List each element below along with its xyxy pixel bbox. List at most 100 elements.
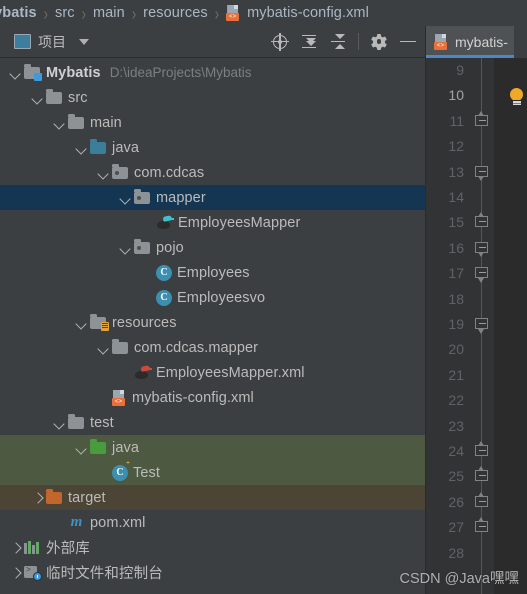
fold-marker[interactable]: [474, 441, 489, 460]
tree-row-label: java: [112, 139, 139, 156]
tree-row-label: EmployeesMapper.xml: [156, 364, 305, 381]
chevron-down-icon[interactable]: [74, 141, 88, 155]
locate-icon[interactable]: [271, 32, 289, 51]
project-tree[interactable]: Mybatis D:\ideaProjects\Mybatis src main jav…: [0, 58, 425, 594]
project-panel-label: 项目: [38, 33, 66, 50]
chevron-down-icon[interactable]: [52, 416, 66, 430]
line-number: 18: [448, 290, 464, 307]
breadcrumb-item-0[interactable]: lybatis: [0, 5, 37, 21]
tree-row[interactable]: com.cdcas.mapper: [0, 335, 425, 360]
tree-row-label: EmployeesMapper: [178, 214, 301, 231]
chevron-down-icon[interactable]: [74, 441, 88, 455]
fold-marker[interactable]: [474, 241, 489, 258]
tree-row[interactable]: EmployeesMapper: [0, 210, 425, 235]
fold-marker[interactable]: [474, 267, 489, 283]
folder-icon: [46, 89, 63, 105]
fold-marker[interactable]: [474, 491, 489, 511]
tree-row[interactable]: pojo: [0, 235, 425, 260]
tree-row-label: src: [68, 89, 88, 106]
xml-config-icon: <>: [226, 5, 241, 21]
chevron-down-icon[interactable]: [30, 91, 44, 105]
chevron-down-icon[interactable]: [8, 66, 22, 80]
editor-tab-mybatis-config[interactable]: <> mybatis-: [426, 26, 514, 58]
xml-tag-badge: <>: [434, 42, 447, 50]
chevron-down-icon[interactable]: [74, 316, 88, 330]
tree-row[interactable]: C Employees: [0, 260, 425, 285]
tree-row[interactable]: resources: [0, 310, 425, 335]
editor-area: <> mybatis- 9 10 11 12 13 14 15 16 17 18 19 20 21 22 2…: [425, 26, 527, 594]
xml-config-icon: <>: [112, 389, 127, 406]
breadcrumb-separator: ›: [43, 2, 48, 24]
tree-row[interactable]: m pom.xml: [0, 510, 425, 535]
line-number: 26: [448, 493, 464, 510]
line-number: 15: [448, 214, 464, 231]
line-number: 9: [456, 62, 464, 78]
excluded-folder-icon: [46, 489, 63, 505]
tree-row-label: 临时文件和控制台: [46, 566, 163, 582]
line-number: 11: [449, 112, 464, 129]
tree-row[interactable]: main: [0, 110, 425, 135]
package-icon: [134, 189, 151, 205]
module-folder-icon: [24, 64, 42, 81]
fold-marker[interactable]: [474, 165, 489, 182]
project-panel-toolbar: 项目: [0, 26, 425, 58]
chevron-right-icon[interactable]: [30, 491, 44, 505]
tree-row[interactable]: C Employeesvo: [0, 285, 425, 310]
tree-row[interactable]: C Test: [0, 460, 425, 485]
tree-row[interactable]: mapper: [0, 185, 425, 210]
breadcrumb-item-3[interactable]: resources: [143, 5, 208, 21]
breadcrumb-file[interactable]: <> mybatis-config.xml: [226, 5, 369, 21]
expand-all-icon[interactable]: [300, 33, 318, 51]
fold-marker[interactable]: [474, 466, 489, 485]
tree-row[interactable]: target: [0, 485, 425, 510]
java-class-icon: C: [156, 289, 172, 306]
fold-marker[interactable]: [474, 318, 489, 334]
code-text-region[interactable]: [494, 58, 527, 594]
chevron-right-icon[interactable]: [8, 541, 22, 555]
tree-row[interactable]: test: [0, 410, 425, 435]
project-panel-title[interactable]: 项目: [14, 32, 89, 52]
tree-row[interactable]: src: [0, 85, 425, 110]
xml-config-icon: <>: [434, 34, 449, 50]
tree-row[interactable]: 外部库: [0, 535, 425, 560]
line-number: 10: [448, 87, 464, 104]
mybatis-mapper-xml-icon: [134, 365, 152, 380]
chevron-down-icon[interactable]: [96, 341, 110, 355]
fold-marker[interactable]: [474, 212, 489, 231]
tree-row[interactable]: EmployeesMapper.xml: [0, 360, 425, 385]
breadcrumb-separator: ›: [131, 2, 137, 24]
fold-marker[interactable]: [474, 110, 489, 130]
tree-row[interactable]: Mybatis D:\ideaProjects\Mybatis: [0, 60, 425, 85]
lightbulb-icon[interactable]: [509, 88, 524, 106]
tree-row-path-hint: D:\ideaProjects\Mybatis: [109, 65, 252, 80]
hide-icon[interactable]: [399, 33, 417, 51]
chevron-down-icon[interactable]: [118, 191, 132, 205]
line-number: 19: [448, 316, 464, 332]
chevron-down-icon[interactable]: [79, 38, 89, 45]
tree-row[interactable]: java: [0, 435, 425, 460]
code-area[interactable]: 9 10 11 12 13 14 15 16 17 18 19 20 21 22 23 24 25 26 27 28: [426, 58, 527, 594]
line-number: 14: [448, 189, 464, 205]
tree-row[interactable]: 临时文件和控制台: [0, 560, 425, 585]
collapse-all-icon[interactable]: [329, 33, 347, 51]
tree-row[interactable]: <> mybatis-config.xml: [0, 385, 425, 410]
fold-gutter[interactable]: [470, 58, 494, 594]
tree-row-label: pojo: [156, 239, 184, 256]
maven-icon: m: [70, 514, 83, 530]
settings-gear-icon[interactable]: [370, 33, 388, 51]
chevron-down-icon[interactable]: [118, 241, 132, 255]
folder-icon: [68, 114, 85, 130]
tree-row[interactable]: java: [0, 135, 425, 160]
chevron-right-icon[interactable]: [8, 566, 22, 580]
fold-marker[interactable]: [474, 517, 489, 536]
breadcrumb-item-1[interactable]: src: [55, 5, 75, 21]
chevron-down-icon[interactable]: [96, 166, 110, 180]
chevron-down-icon[interactable]: [52, 116, 66, 130]
tree-row[interactable]: com.cdcas: [0, 160, 425, 185]
breadcrumb-separator: ›: [81, 2, 86, 24]
breadcrumb[interactable]: lybatis › src › main › resources › <> my…: [0, 0, 527, 26]
line-number-gutter[interactable]: 9 10 11 12 13 14 15 16 17 18 19 20 21 22 23 24 25 26 27 28: [426, 58, 470, 594]
breadcrumb-item-2[interactable]: main: [93, 5, 125, 21]
